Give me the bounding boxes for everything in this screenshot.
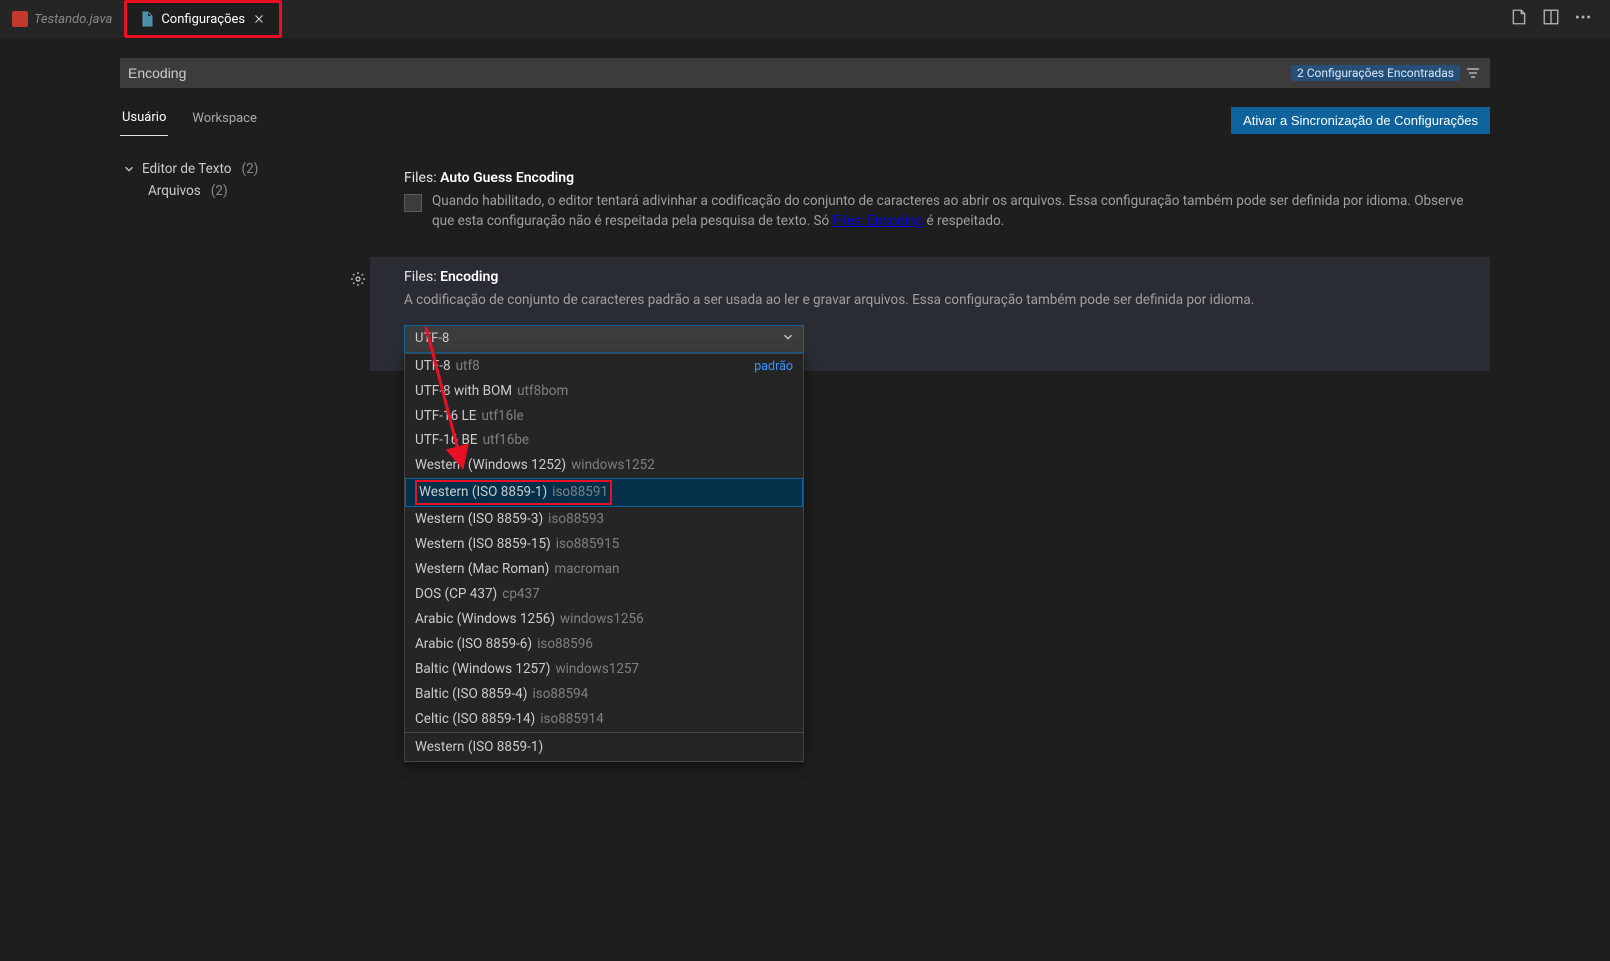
tree-count: (2): [211, 183, 228, 199]
sync-settings-button[interactable]: Ativar a Sincronização de Configurações: [1231, 107, 1490, 134]
setting-files-encoding: Files: Encoding A codificação de conjunt…: [370, 257, 1490, 371]
encoding-option[interactable]: Western (Mac Roman)macroman: [405, 557, 803, 582]
encoding-option[interactable]: UTF-8utf8padrão: [405, 354, 803, 379]
encoding-option[interactable]: Baltic (ISO 8859-4)iso88594: [405, 682, 803, 707]
encoding-option[interactable]: DOS (CP 437)cp437: [405, 582, 803, 607]
settings-scope-row: Usuário Workspace Ativar a Sincronização…: [120, 104, 1490, 136]
tree-item-editor-de-texto[interactable]: Editor de Texto (2): [120, 158, 354, 180]
scope-tab-workspace[interactable]: Workspace: [190, 105, 259, 136]
split-editor-icon[interactable]: [1542, 8, 1560, 30]
settings-file-icon: [139, 11, 155, 27]
encoding-option[interactable]: Celtic (ISO 8859-14)iso885914: [405, 707, 803, 732]
settings-search-bar: 2 Configurações Encontradas: [120, 58, 1490, 88]
close-icon[interactable]: [251, 11, 267, 27]
gear-icon[interactable]: [350, 271, 366, 291]
tab-testando-java[interactable]: Testando.java: [0, 0, 124, 38]
scope-tab-user[interactable]: Usuário: [120, 104, 168, 136]
encoding-option[interactable]: Western (ISO 8859-3)iso88593: [405, 507, 803, 532]
setting-files-auto-guess-encoding: Files: Auto Guess Encoding Quando habili…: [370, 158, 1490, 249]
encoding-option[interactable]: Arabic (Windows 1256)windows1256: [405, 607, 803, 632]
editor-tab-bar: Testando.java Configurações: [0, 0, 1610, 38]
open-changes-icon[interactable]: [1510, 8, 1528, 30]
tab-bar-actions: [1510, 8, 1610, 30]
chevron-down-icon: [781, 330, 795, 348]
encoding-option[interactable]: Western (ISO 8859-15)iso885915: [405, 532, 803, 557]
filter-icon[interactable]: [1464, 64, 1482, 82]
tree-item-arquivos[interactable]: Arquivos (2): [120, 180, 354, 202]
encoding-option[interactable]: Western (ISO 8859-1)iso88591: [405, 478, 803, 507]
settings-main-area: Files: Auto Guess Encoding Quando habili…: [370, 158, 1490, 379]
tree-label: Arquivos: [148, 183, 201, 199]
encoding-dropdown: UTF-8utf8padrãoUTF-8 with BOMutf8bomUTF-…: [404, 353, 804, 762]
setting-description: A codificação de conjunto de caracteres …: [404, 291, 1476, 311]
encoding-option[interactable]: Baltic (Windows 1257)windows1257: [405, 657, 803, 682]
encoding-option[interactable]: Arabic (ISO 8859-6)iso88596: [405, 632, 803, 657]
encoding-option[interactable]: UTF-16 LEutf16le: [405, 404, 803, 429]
select-value: UTF-8: [415, 331, 449, 346]
dropdown-description: Western (ISO 8859-1): [405, 732, 803, 761]
setting-title: Files: Auto Guess Encoding: [404, 170, 1476, 186]
encoding-option[interactable]: Western (Windows 1252)windows1252: [405, 453, 803, 478]
settings-search-input[interactable]: [128, 65, 1291, 81]
java-file-icon: [12, 11, 28, 27]
encoding-option[interactable]: UTF-16 BEutf16be: [405, 428, 803, 453]
results-count-badge: 2 Configurações Encontradas: [1291, 65, 1460, 81]
auto-guess-encoding-checkbox[interactable]: [404, 194, 422, 212]
encoding-select[interactable]: UTF-8: [404, 325, 804, 353]
setting-title: Files: Encoding: [404, 269, 1476, 285]
setting-description: Quando habilitado, o editor tentará adiv…: [432, 192, 1476, 231]
chevron-down-icon: [122, 162, 136, 176]
more-actions-icon[interactable]: [1574, 8, 1592, 30]
tab-label: Configurações: [161, 12, 245, 27]
encoding-select-wrap: UTF-8 UTF-8utf8padrãoUTF-8 with BOMutf8b…: [404, 325, 804, 353]
settings-tree-sidebar: Editor de Texto (2) Arquivos (2): [120, 158, 370, 379]
files-encoding-link[interactable]: Files: Encoding: [833, 213, 924, 229]
encoding-option[interactable]: UTF-8 with BOMutf8bom: [405, 379, 803, 404]
tab-configuracoes[interactable]: Configurações: [124, 0, 282, 38]
tab-label: Testando.java: [34, 12, 112, 27]
tree-count: (2): [241, 161, 258, 177]
tree-label: Editor de Texto: [142, 161, 231, 177]
